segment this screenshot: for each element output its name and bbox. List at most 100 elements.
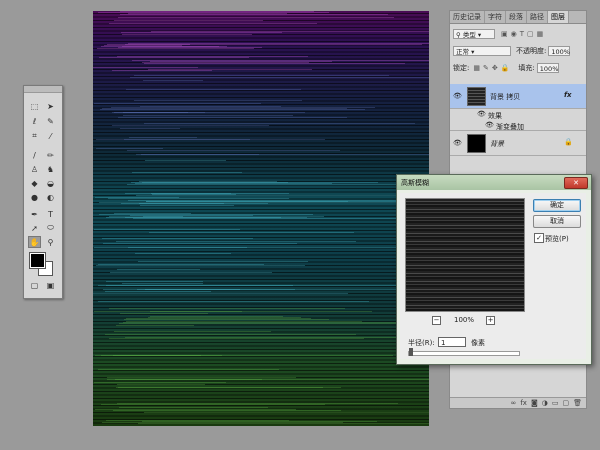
canvas-streak <box>140 205 234 206</box>
canvas-streak <box>120 313 208 314</box>
radius-slider-thumb[interactable] <box>409 348 413 356</box>
canvas-streak <box>144 63 405 64</box>
paint-bucket-tool-icon[interactable]: ◒ <box>44 177 57 189</box>
brush-tool-icon[interactable]: / <box>28 149 41 161</box>
screen-mode-icon[interactable]: ▣ <box>44 279 57 291</box>
canvas-streak <box>132 172 242 173</box>
layer-effects-row[interactable]: 👁 效果 <box>450 109 586 120</box>
zoom-in-icon[interactable]: + <box>486 316 495 325</box>
preview-checkbox[interactable]: ✓ <box>534 233 544 243</box>
canvas-streak <box>118 17 394 18</box>
dialog-titlebar[interactable]: 高斯模糊 ✕ <box>397 175 591 190</box>
fx-menu-icon[interactable]: fx <box>520 399 527 407</box>
canvas-streak <box>130 77 429 78</box>
tab-character[interactable]: 字符 <box>485 11 506 23</box>
radius-slider-track[interactable] <box>408 351 520 356</box>
blend-mode-value: 正常 <box>456 48 469 56</box>
type-tool-icon[interactable]: T <box>44 208 57 220</box>
layer-gradient-overlay-row[interactable]: 👁 渐变叠加 <box>450 120 586 131</box>
canvas-streak <box>117 269 200 270</box>
hand-tool-icon[interactable]: ✋ <box>28 236 41 248</box>
canvas-streak <box>94 103 261 104</box>
zoom-out-icon[interactable]: − <box>432 316 441 325</box>
quick-select-tool-icon[interactable]: ✎ <box>44 115 57 127</box>
lasso-tool-icon[interactable]: ℓ <box>28 115 41 127</box>
quick-mask-icon[interactable]: ▢ <box>28 279 41 291</box>
tools-panel-header[interactable] <box>24 86 62 93</box>
eraser-tool-icon[interactable]: ◆ <box>28 177 41 189</box>
mask-icon[interactable]: ◙ <box>531 399 538 407</box>
filter-icons[interactable]: ▣◉T▢▦ <box>501 30 546 38</box>
visibility-eye-icon[interactable]: 👁 <box>453 92 462 100</box>
canvas-streak <box>144 412 429 413</box>
blur-tool-icon[interactable]: ● <box>28 191 41 203</box>
lock-label: 锁定: <box>453 64 470 72</box>
canvas-streak <box>98 369 279 370</box>
history-brush-tool-icon[interactable]: ♞ <box>44 163 57 175</box>
adjustment-icon[interactable]: ◑ <box>542 399 548 407</box>
radius-label: 半径(R): <box>408 339 435 347</box>
canvas-streak <box>135 253 231 254</box>
crop-tool-icon[interactable]: ⌗ <box>28 130 41 142</box>
canvas-streak <box>116 325 194 326</box>
layer-background-copy[interactable]: 👁 背景 拷贝 fx <box>450 84 586 109</box>
canvas-streak <box>151 193 231 194</box>
canvas-streak <box>112 70 212 71</box>
stamp-tool-icon[interactable]: ♙ <box>28 163 41 175</box>
radius-input[interactable]: 1 <box>438 337 466 347</box>
tab-paragraph[interactable]: 段落 <box>506 11 527 23</box>
effects-eye-icon[interactable]: 👁 <box>477 110 486 118</box>
canvas-streak <box>122 283 203 284</box>
blur-preview[interactable] <box>405 198 525 312</box>
path-select-tool-icon[interactable]: ➚ <box>28 222 41 234</box>
canvas-streak <box>132 60 429 61</box>
eyedropper-tool-icon[interactable]: ⁄ <box>44 130 57 142</box>
foreground-color-swatch[interactable] <box>29 252 46 269</box>
close-button[interactable]: ✕ <box>564 177 588 189</box>
ellipse-tool-icon[interactable]: ⬭ <box>44 222 57 234</box>
new-layer-icon[interactable]: ▢ <box>562 399 569 407</box>
canvas-streak <box>105 334 356 335</box>
fx-icon[interactable]: fx <box>564 91 572 99</box>
canvas-streak <box>116 387 341 388</box>
canvas-streak <box>111 107 375 108</box>
lock-icons[interactable]: ▦✎✥🔒 <box>473 64 512 72</box>
canvas-streak <box>107 379 262 380</box>
zoom-tool-icon[interactable]: ⚲ <box>44 236 57 248</box>
canvas-streak <box>114 331 271 332</box>
document-canvas[interactable] <box>93 11 429 426</box>
pen-tool-icon[interactable]: ✒ <box>28 208 41 220</box>
opacity-input[interactable]: 100% <box>548 46 571 56</box>
cancel-button[interactable]: 取消 <box>533 215 581 228</box>
canvas-streak <box>129 137 197 138</box>
canvas-streak <box>141 154 429 155</box>
canvas-streak <box>114 213 191 214</box>
move-tool-icon[interactable]: ➤ <box>44 100 57 112</box>
canvas-streak <box>112 125 269 126</box>
canvas-streak <box>106 281 203 282</box>
marquee-tool-icon[interactable]: ⬚ <box>28 100 41 112</box>
trash-icon[interactable]: 🗑 <box>573 399 582 407</box>
layer-background[interactable]: 👁 背景 🔒 <box>450 131 586 156</box>
canvas-streak <box>122 34 252 35</box>
canvas-streak <box>102 238 253 239</box>
tab-layers[interactable]: 图层 <box>548 11 569 23</box>
tab-paths[interactable]: 路径 <box>527 11 548 23</box>
canvas-streak <box>113 410 341 411</box>
filter-select[interactable]: ⚲ 类型 ▾ <box>453 29 495 39</box>
group-icon[interactable]: ▭ <box>552 399 559 407</box>
tab-history[interactable]: 历史记录 <box>450 11 485 23</box>
pencil-tool-icon[interactable]: ✏ <box>44 149 57 161</box>
gradient-eye-icon[interactable]: 👁 <box>485 121 494 129</box>
blend-mode-select[interactable]: 正常 ▾ <box>453 46 511 56</box>
canvas-streak <box>127 184 429 185</box>
fill-input[interactable]: 100% <box>536 63 559 73</box>
canvas-streak <box>116 241 356 242</box>
link-icon[interactable]: ∞ <box>511 399 517 407</box>
radius-unit: 像素 <box>471 339 485 347</box>
canvas-streak <box>109 308 345 309</box>
dodge-tool-icon[interactable]: ◐ <box>44 191 57 203</box>
visibility-eye-icon[interactable]: 👁 <box>453 139 462 147</box>
canvas-streak <box>97 48 254 49</box>
ok-button[interactable]: 确定 <box>533 199 581 212</box>
